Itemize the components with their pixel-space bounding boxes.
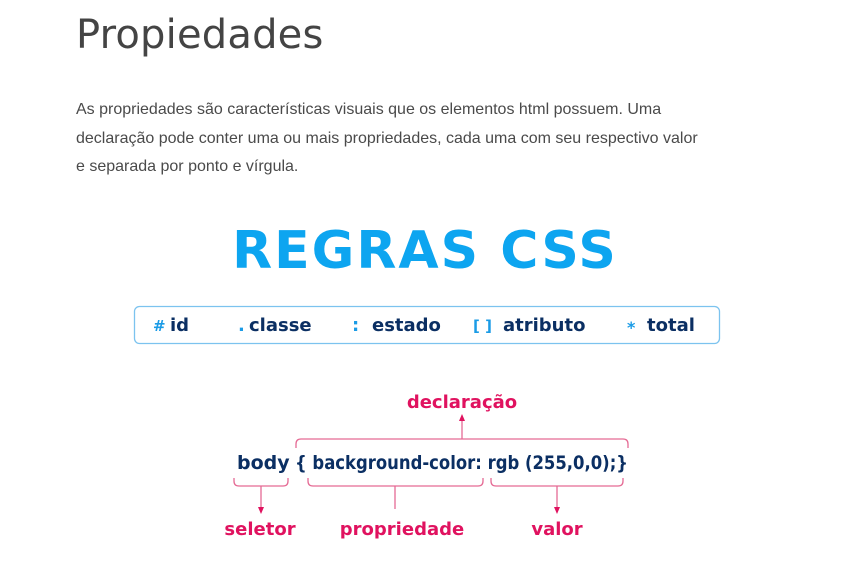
selector-type-label: estado xyxy=(372,315,441,336)
annotation-declaration: declaração xyxy=(407,392,517,413)
selector-type-label: atributo xyxy=(503,315,585,336)
selector-type-label: total xyxy=(647,315,695,336)
hash-symbol: # xyxy=(153,317,166,335)
colon-symbol: : xyxy=(352,315,359,336)
code-selector: body xyxy=(237,452,290,474)
css-rules-diagram: REGRAS CSS # id . classe : estado [ ] at… xyxy=(133,221,721,540)
selector-bracket xyxy=(233,478,289,487)
selector-type-label: id xyxy=(170,315,189,336)
selector-type-attribute: [ ] atributo xyxy=(473,315,585,336)
selector-type-id: # id xyxy=(153,315,189,336)
declaration-arrowhead xyxy=(459,414,465,421)
brackets-symbol: [ ] xyxy=(473,317,492,335)
annotation-property: propriedade xyxy=(340,519,464,540)
annotation-selector: seletor xyxy=(224,519,295,540)
value-bracket xyxy=(490,478,624,487)
value-arrowhead xyxy=(554,507,560,514)
dot-symbol: . xyxy=(238,315,245,336)
diagram-title: REGRAS CSS xyxy=(232,221,618,281)
annotation-value: valor xyxy=(531,519,582,540)
selector-type-class: . classe xyxy=(238,315,312,336)
asterisk-symbol: * xyxy=(627,318,636,337)
selector-arrowhead xyxy=(258,507,264,514)
declaration-bracket xyxy=(295,438,629,448)
property-bracket xyxy=(307,478,484,487)
selector-type-label: classe xyxy=(249,315,312,336)
code-declaration: { background-color: rgb (255,0,0);} xyxy=(295,452,628,474)
